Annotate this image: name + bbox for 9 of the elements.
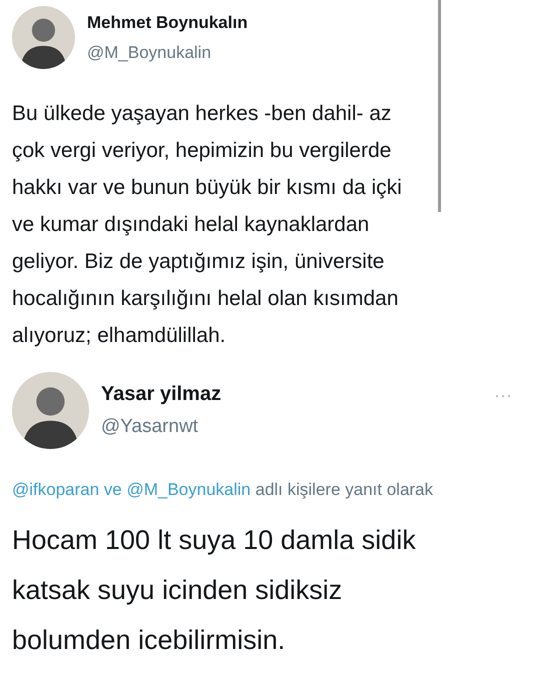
author-name: Yasar yilmaz [101,382,222,408]
author-handle: @Yasarnwt [101,415,200,440]
author-name: Mehmet Boynukalın [87,12,248,34]
mention-link[interactable]: @ifkoparan ve @M_Boynukalin [12,480,251,499]
reply-context: @ifkoparan ve @M_Boynukalin adlı kişilere yanıt olarak [12,479,434,501]
author-handle: @M_Boynukalin [87,42,212,64]
more-options[interactable]: ··· [494,382,512,409]
tweet-text: Bu ülkede yaşayan herkes -ben dahil- az çok vergi veriyor, hepimizin bu vergilerde hakkı var ve bunun büyük bir kısmı da içki ve kumar dışındaki helal kaynaklardan geliyor. Biz de yaptığımız işin, üniversite hocalığının karşılığını helal olan kısımdan alıyoruz; elhamdülillah. [12,101,403,349]
tweet-text: Hocam 100 lt suya 10 damla sidik katsak suyu icinden sidiksiz bolumden icebilirmisin. [12,524,417,657]
